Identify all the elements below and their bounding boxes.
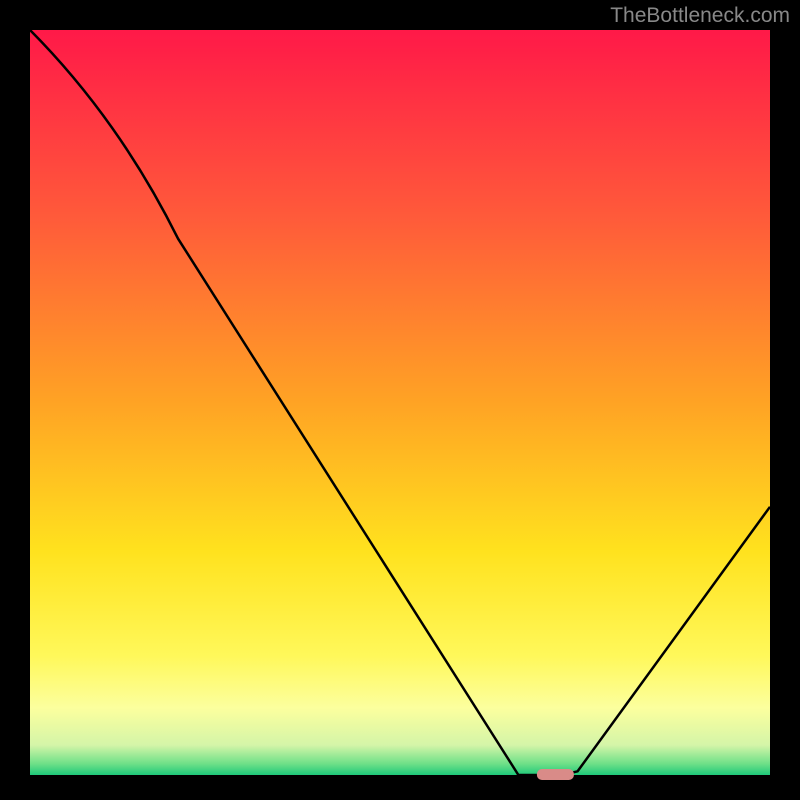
watermark-text: TheBottleneck.com <box>610 4 790 28</box>
chart-container: TheBottleneck.com <box>0 0 800 800</box>
optimal-marker <box>537 769 574 780</box>
chart-svg <box>0 0 800 800</box>
plot-background <box>30 30 770 775</box>
